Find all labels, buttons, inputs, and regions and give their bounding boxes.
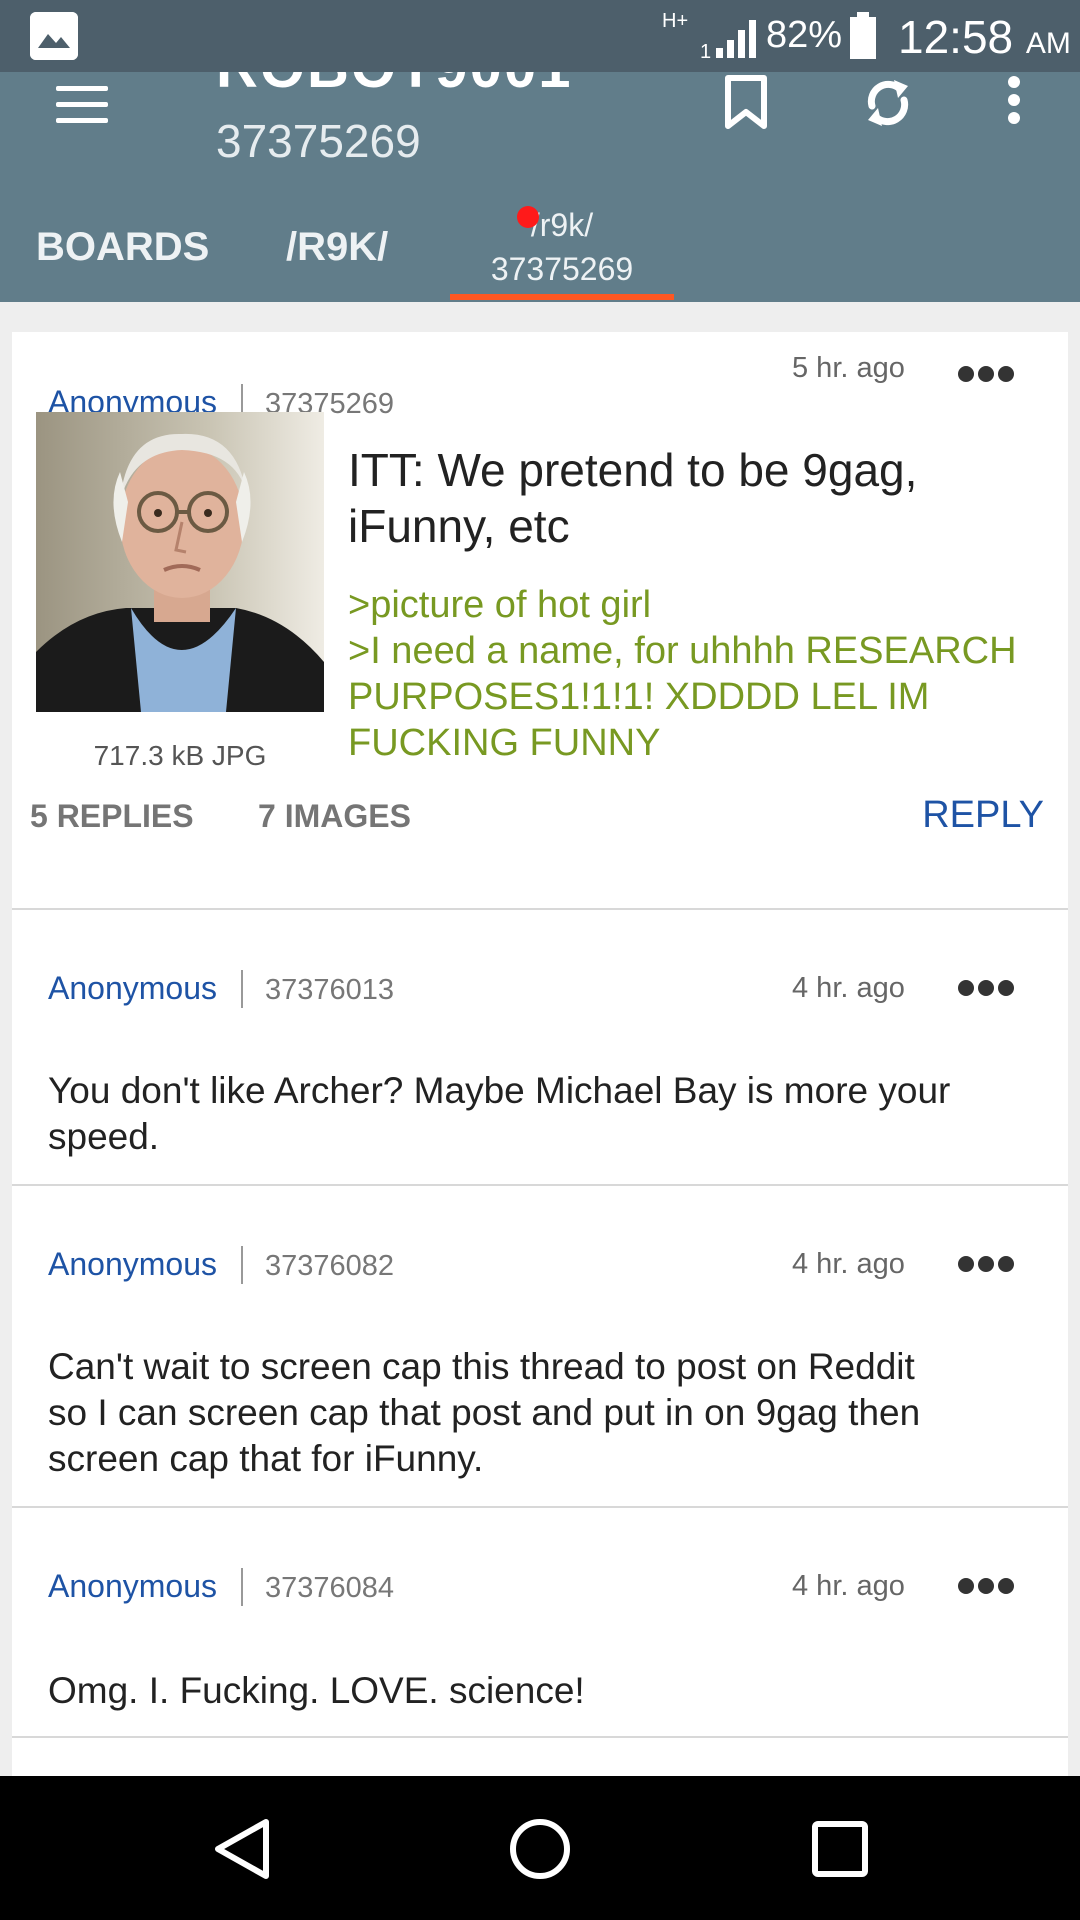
replies-count[interactable]: 5 REPLIES [30,798,194,835]
home-icon [510,1819,570,1879]
header-separator [240,969,243,1008]
header-separator [240,1245,243,1284]
tab-bar: BOARDS /R9K/ /r9k/ 37375269 [0,192,1080,302]
menu-icon-line [56,86,108,91]
greentext-line: >picture of hot girl [348,584,652,626]
app-bar: ROBOT9001 37375269 BOARDS /R9K/ /r9k/ [0,72,1080,302]
reply-post: Anonymous 37376013 4 hr. ago You don't li… [12,910,1068,1184]
reply-post: Anonymous 37376084 4 hr. ago Omg. I. Fuck… [12,1508,1068,1736]
post-body-line: You don't like Archer? Maybe Michael Bay… [48,1070,951,1111]
tab-thread-number: 37375269 [490,251,634,287]
post-time: 4 hr. ago [792,1248,905,1280]
menu-button[interactable] [52,76,112,136]
post-menu-button[interactable] [958,366,1014,384]
thread-content[interactable]: Anonymous 37375269 5 hr. ago 717.3 kB JP… [0,302,1080,1776]
refresh-icon [867,80,909,126]
tab-thread[interactable]: /r9k/ 37375269 [450,192,674,302]
post-time: 4 hr. ago [792,1570,905,1602]
post-body: Can't wait to screen cap this thread to … [48,1344,1008,1482]
home-button[interactable] [505,1814,575,1884]
op-post: Anonymous 37375269 5 hr. ago 717.3 kB JP… [12,332,1068,910]
menu-icon-line [56,102,108,107]
back-icon [215,1819,269,1879]
clock-suffix: AM [1025,27,1071,60]
unread-dot [517,206,539,228]
clock: 12:58 AM [898,10,1071,64]
post-image-thumbnail[interactable] [36,412,324,712]
post-header: Anonymous 37376084 [48,1567,394,1608]
photo-image [36,412,324,712]
status-bar: H+ 1 82% 12:58 AM [0,0,1080,72]
bookmark-icon [725,75,767,129]
refresh-button[interactable] [858,72,918,132]
bookmark-button[interactable] [716,72,776,132]
post-author[interactable]: Anonymous [48,1246,217,1282]
greentext-line: PURPOSES1!1!1! XDDDD LEL IM [348,676,930,718]
file-info: 717.3 kB JPG [93,740,267,771]
battery-percent: 82% [766,14,843,56]
clock-time: 12:58 [898,11,1014,63]
tab-boards[interactable]: BOARDS [36,192,209,302]
images-count[interactable]: 7 IMAGES [258,798,411,835]
post-body: You don't like Archer? Maybe Michael Bay… [48,1068,1008,1160]
post-body-line: Omg. I. Fucking. LOVE. science! [48,1670,585,1711]
menu-icon-line [56,118,108,123]
tab-board-r9k[interactable]: /R9K/ [286,192,388,302]
greentext-line: >I need a name, for uhhhh RESEARCH [348,630,1017,672]
system-nav-bar [0,1776,1080,1920]
reply-button[interactable]: REPLY [922,794,1044,837]
back-button[interactable] [206,1814,276,1884]
post-body-line: so I can screen cap that post and put in… [48,1392,921,1433]
post-number[interactable]: 37376082 [265,1250,394,1282]
page-subtitle: 37375269 [216,115,421,167]
more-options-button[interactable] [990,72,1038,132]
header-separator [240,1567,243,1606]
post-menu-button[interactable] [958,980,1014,998]
active-tab-indicator [450,294,674,300]
post-body-line: screen cap that for iFunny. [48,1438,484,1479]
recents-icon [812,1821,868,1877]
post-header: Anonymous 37376082 [48,1245,394,1286]
recents-button[interactable] [805,1814,875,1884]
gallery-icon [30,12,78,60]
post-body-line: speed. [48,1116,160,1157]
page-title: ROBOT9001 [216,72,572,101]
network-type-label: H+ [662,10,689,32]
post-menu-button[interactable] [958,1256,1014,1274]
network-type-indicator: H+ [662,10,688,32]
post-author[interactable]: Anonymous [48,1568,217,1604]
post-author[interactable]: Anonymous [48,970,217,1006]
tab-board-label: /R9K/ [286,224,389,269]
post-header: Anonymous 37376013 [48,969,394,1010]
post-subject: ITT: We pretend to be 9gag, iFunny, etc [348,444,918,552]
post-body: Omg. I. Fucking. LOVE. science! [48,1668,1008,1714]
post-number[interactable]: 37376013 [265,974,394,1006]
tab-thread-board: /r9k/ [530,207,594,243]
battery-icon [848,12,878,65]
more-vert-icon [1008,76,1020,124]
post-body-line: Can't wait to screen cap this thread to … [48,1346,915,1387]
next-post-partial [12,1738,1068,1776]
tab-boards-label: BOARDS [36,224,210,269]
post-time: 4 hr. ago [792,972,905,1004]
post-menu-button[interactable] [958,1578,1014,1596]
greentext-line: FUCKING FUNNY [348,722,661,764]
reply-post: Anonymous 37376082 4 hr. ago Can't wait t… [12,1186,1068,1506]
post-number[interactable]: 37376084 [265,1572,394,1604]
svg-text:1: 1 [700,41,711,60]
signal-icon: 1 [700,18,760,65]
post-greentext: >picture of hot girl >I need a name, for… [348,582,1048,766]
post-time: 5 hr. ago [792,352,905,384]
